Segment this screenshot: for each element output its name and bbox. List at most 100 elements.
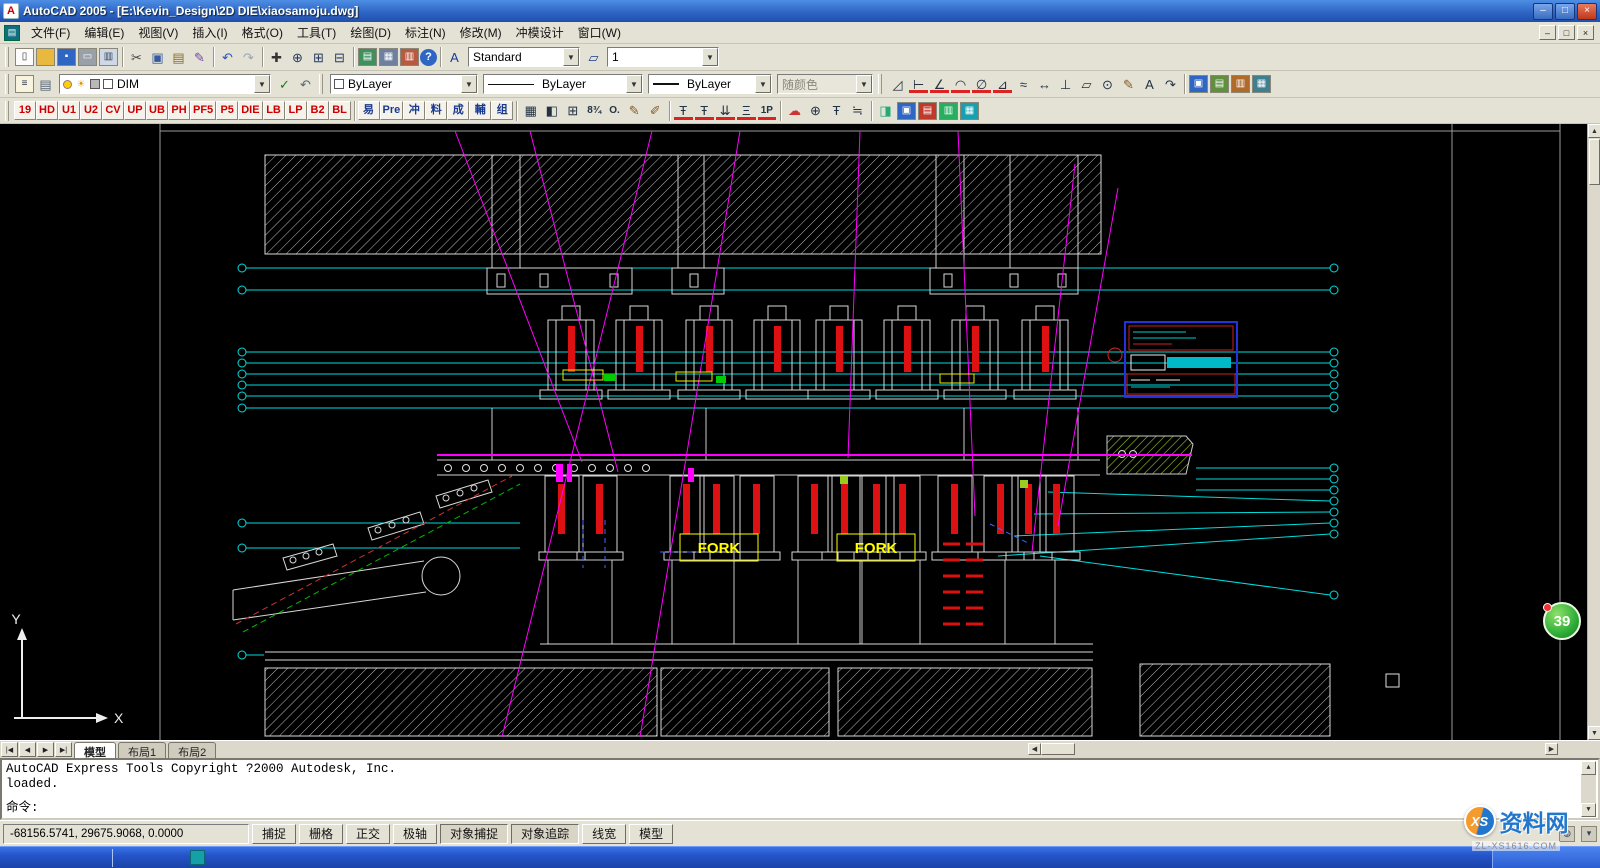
dim-style2-icon[interactable]: Ŧ [694,101,715,121]
maximize-button[interactable]: □ [1555,3,1575,20]
die-tool-chong[interactable]: 冲 [403,101,425,120]
qleader-icon[interactable]: ◿ [887,74,908,94]
save-icon[interactable]: ▪ [57,48,76,66]
dim-baseline-icon[interactable]: ≈ [1013,74,1034,94]
cloud-icon[interactable]: ☁ [784,101,805,121]
layer-tools-icon[interactable]: ▤ [1210,75,1229,93]
make-layer-current-icon[interactable]: ✓ [274,74,295,94]
doc-restore-button[interactable]: □ [1558,25,1575,40]
cyan-tool-icon[interactable]: ▦ [960,102,979,120]
scroll-up-icon[interactable]: ▲ [1581,761,1596,775]
green-tool-icon[interactable]: ▥ [939,102,958,120]
new-file-icon[interactable]: ▯ [15,48,34,66]
quick-launch-icon[interactable] [190,850,205,865]
scroll-thumb[interactable] [1041,743,1075,755]
red-tool-icon[interactable]: ▤ [918,102,937,120]
die-tool-19[interactable]: 19 [14,101,36,120]
die-tool-UP[interactable]: UP [124,101,146,120]
die-tool-U2[interactable]: U2 [80,101,102,120]
toggle-捕捉[interactable]: 捕捉 [252,824,296,844]
die-tool-zu[interactable]: 组 [491,101,513,120]
dim-ordinate-icon[interactable]: ⊥ [1055,74,1076,94]
tab-first-button[interactable]: |◀ [1,742,18,757]
cut-icon[interactable]: ✂ [126,47,147,67]
dim-row-icon[interactable]: Ξ [736,101,757,121]
doc-minimize-button[interactable]: – [1539,25,1556,40]
canvas-horizontal-scrollbar[interactable]: ◀ ▶ [1028,742,1558,756]
dim-style1-icon[interactable]: Ŧ [673,101,694,121]
die-tool-B2[interactable]: B2 [307,101,329,120]
tab-layout2[interactable]: 布局2 [168,742,216,758]
menu-item[interactable]: 格式(O) [235,21,290,44]
menu-item[interactable]: 编辑(E) [77,21,131,44]
dim-continue-icon[interactable]: ↔ [1034,74,1055,94]
toggle-对象捕捉[interactable]: 对象捕捉 [440,824,508,844]
die-tool-cheng[interactable]: 成 [447,101,469,120]
die-tool-pre[interactable]: Pre [380,101,404,120]
dim-style-combo[interactable]: 1 ▼ [607,47,719,67]
die-tool-P5[interactable]: P5 [216,101,238,120]
menu-item[interactable]: 标注(N) [398,21,453,44]
menu-item[interactable]: 视图(V) [131,21,185,44]
match-properties-icon[interactable]: ✎ [189,47,210,67]
toolbar-grip[interactable] [5,101,9,121]
block-icon[interactable]: ◧ [541,101,562,121]
center-mark-icon[interactable]: ⊙ [1097,74,1118,94]
die-tool-liao[interactable]: 料 [425,101,447,120]
layer-freeze-sun-icon[interactable]: ☀ [75,78,87,90]
toggle-线宽[interactable]: 线宽 [582,824,626,844]
rail-icon[interactable]: ≒ [847,101,868,121]
menu-item[interactable]: 绘图(D) [343,21,398,44]
menu-item[interactable]: 文件(F) [24,21,77,44]
menu-item[interactable]: 修改(M) [453,21,509,44]
tolerance-icon[interactable]: ▱ [1076,74,1097,94]
dim-style-icon[interactable]: ▱ [583,47,604,67]
selection-grip[interactable] [1386,674,1399,687]
die-tool-UB[interactable]: UB [146,101,168,120]
table-icon[interactable]: ▦ [520,101,541,121]
help-icon[interactable]: ? [420,49,437,66]
chevron-down-icon[interactable]: ▼ [563,48,579,66]
layer-on-bulb-icon[interactable] [63,80,72,89]
leader-1p-icon[interactable]: 1P [757,101,777,121]
designcenter-icon[interactable]: ▦ [379,48,398,66]
chevron-down-icon[interactable]: ▼ [626,75,642,93]
die-tool-fu[interactable]: 輔 [469,101,491,120]
toggle-正交[interactable]: 正交 [346,824,390,844]
toggle-栅格[interactable]: 栅格 [299,824,343,844]
tool-palettes-icon[interactable]: ▥ [400,48,419,66]
dim-radius-icon[interactable]: ◠ [950,74,971,94]
scroll-up-icon[interactable]: ▲ [1588,124,1600,138]
die-tool-CV[interactable]: CV [102,101,124,120]
layer-previous-icon[interactable]: ↶ [295,74,316,94]
scroll-left-icon[interactable]: ◀ [1028,743,1041,755]
pan-icon[interactable]: ✚ [266,47,287,67]
zoom-previous-icon[interactable]: ⊟ [329,47,350,67]
layer-combo[interactable]: ☀ DIM ▼ [59,74,271,94]
dim-arrows-icon[interactable]: ⇊ [715,101,736,121]
menu-item[interactable]: 插入(I) [185,21,234,44]
revision-icon[interactable]: ⊕ [805,101,826,121]
block-tools-icon[interactable]: ▥ [1231,75,1250,93]
tab-next-button[interactable]: ▶ [37,742,54,757]
zoom-window-icon[interactable]: ⊞ [308,47,329,67]
tab-prev-button[interactable]: ◀ [19,742,36,757]
open-folder-icon[interactable] [36,48,55,66]
chevron-down-icon[interactable]: ▼ [254,75,270,93]
track-icon[interactable]: Ŧ [826,101,847,121]
blue-tool-icon[interactable]: ▣ [897,102,916,120]
zoom-realtime-icon[interactable]: ⊕ [287,47,308,67]
toolbar-grip[interactable] [319,74,323,94]
text-style-icon[interactable]: A [444,47,465,67]
chevron-down-icon[interactable]: ▼ [702,48,718,66]
properties-icon[interactable]: ▤ [358,48,377,66]
linetype-combo[interactable]: ByLayer ▼ [483,74,643,94]
scroll-thumb[interactable] [1589,139,1600,185]
die-tool-PH[interactable]: PH [168,101,190,120]
toggle-对象追踪[interactable]: 对象追踪 [511,824,579,844]
ordinate-icon[interactable]: O. [605,101,624,121]
command-window[interactable]: AutoCAD Express Tools Copyright ?2000 Au… [0,758,1600,820]
menu-item[interactable]: 窗口(W) [571,21,628,44]
pencil2-icon[interactable]: ✐ [645,101,666,121]
plot-preview-icon[interactable]: ▥ [99,48,118,66]
